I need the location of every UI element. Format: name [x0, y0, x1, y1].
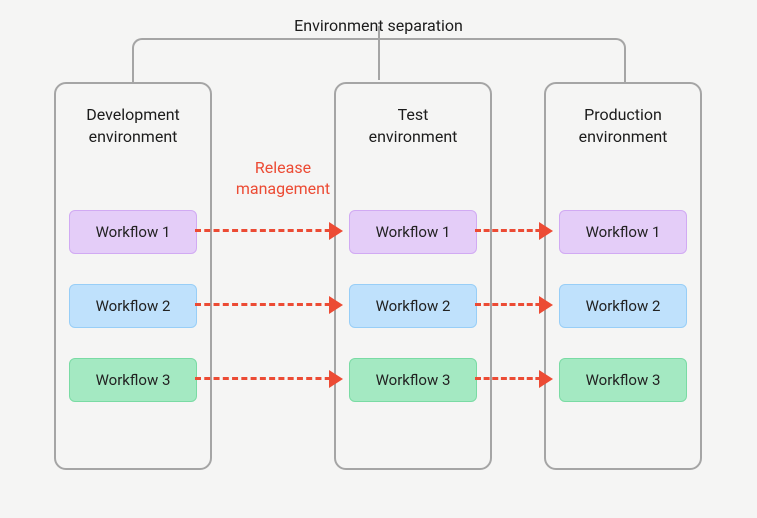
env-test: Test environment Workflow 1 Workflow 2 W… — [334, 82, 492, 470]
workflow-box: Workflow 1 — [69, 210, 197, 254]
workflow-box: Workflow 2 — [349, 284, 477, 328]
arrow-dev-to-test — [195, 303, 340, 306]
workflow-box: Workflow 2 — [559, 284, 687, 328]
arrow-dev-to-test — [195, 377, 340, 380]
env-development: Development environment Workflow 1 Workf… — [54, 82, 212, 470]
workflow-box: Workflow 1 — [349, 210, 477, 254]
release-management-label: Release management — [228, 158, 338, 200]
arrow-test-to-prod — [475, 377, 550, 380]
env-title: Production environment — [546, 104, 700, 147]
diagram-canvas: Environment separation Release managemen… — [0, 0, 757, 518]
arrow-test-to-prod — [475, 303, 550, 306]
arrow-dev-to-test — [195, 229, 340, 232]
workflow-box: Workflow 3 — [69, 358, 197, 402]
env-title: Test environment — [336, 104, 490, 147]
workflow-box: Workflow 3 — [349, 358, 477, 402]
env-production: Production environment Workflow 1 Workfl… — [544, 82, 702, 470]
workflow-box: Workflow 1 — [559, 210, 687, 254]
workflow-list: Workflow 1 Workflow 2 Workflow 3 — [546, 210, 700, 432]
workflow-box: Workflow 2 — [69, 284, 197, 328]
workflow-box: Workflow 3 — [559, 358, 687, 402]
separation-bracket — [132, 38, 626, 82]
workflow-list: Workflow 1 Workflow 2 Workflow 3 — [336, 210, 490, 432]
workflow-list: Workflow 1 Workflow 2 Workflow 3 — [56, 210, 210, 432]
arrow-test-to-prod — [475, 229, 550, 232]
env-title: Development environment — [56, 104, 210, 147]
